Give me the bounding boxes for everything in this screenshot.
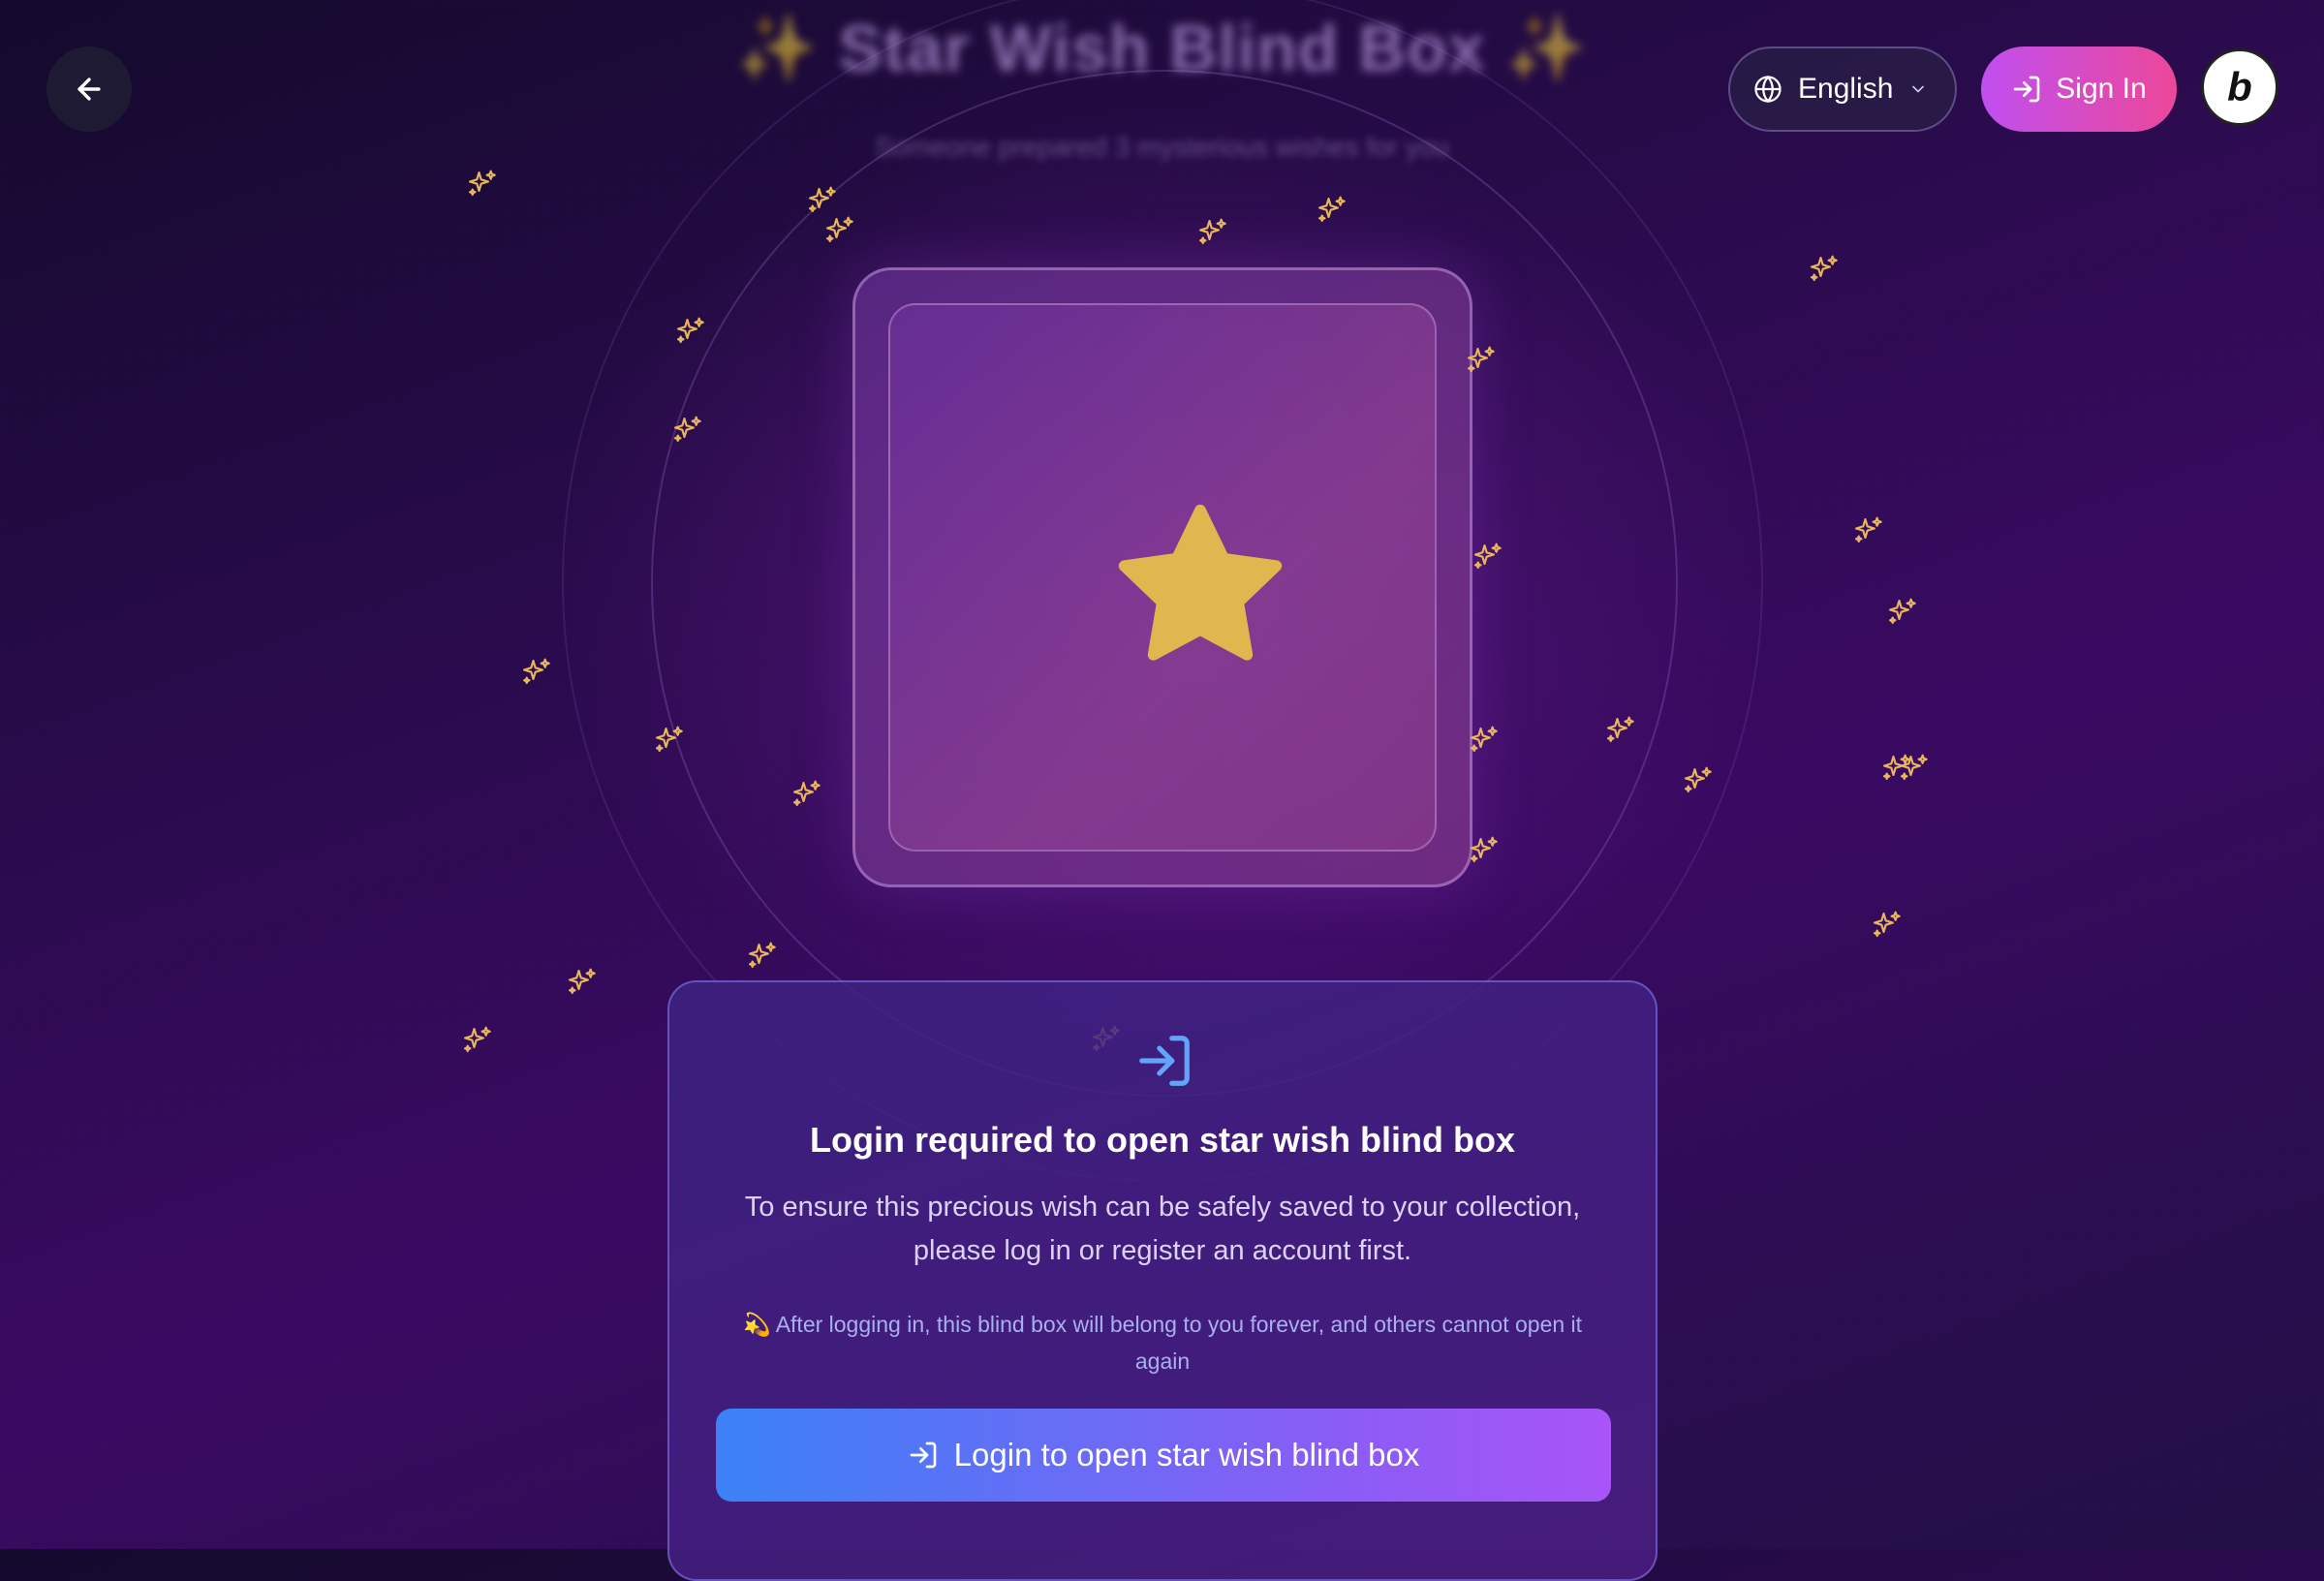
page-header: ✨ Star Wish Blind Box ✨ <box>0 10 2324 87</box>
log-in-icon <box>910 1442 937 1469</box>
back-button[interactable] <box>46 46 132 132</box>
sparkle-icon <box>1900 754 1928 781</box>
star-icon <box>1118 504 1283 661</box>
chevron-down-icon <box>1912 85 1925 93</box>
language-select[interactable]: English <box>1728 46 1957 132</box>
sparkle-icon <box>1888 598 1916 625</box>
globe-icon <box>1754 75 1782 104</box>
sparkle-icon <box>1854 516 1882 543</box>
login-open-box-label: Login to open star wish blind box <box>953 1437 1420 1472</box>
login-card-description: To ensure this precious wish can be safe… <box>744 1192 1581 1266</box>
sign-in-label: Sign In <box>2056 73 2147 105</box>
sparkle-icon <box>1882 754 1910 781</box>
login-card: Login required to open star wish blind b… <box>667 980 1658 1581</box>
login-open-box-button[interactable]: Login to open star wish blind box <box>716 1409 1611 1502</box>
sparkle-icon <box>1873 911 1901 938</box>
sparkle-icon <box>468 170 496 197</box>
arrow-left-icon <box>77 78 101 101</box>
sparkle-icon <box>1810 255 1838 282</box>
bolt-badge-logo[interactable]: b <box>2201 48 2278 126</box>
sparkle-icon <box>463 1026 491 1053</box>
blind-box[interactable] <box>852 267 1472 887</box>
sparkle-icon <box>522 658 550 685</box>
sign-in-button[interactable]: Sign In <box>1981 46 2177 132</box>
log-in-icon <box>1139 1036 1190 1086</box>
language-label: English <box>1798 73 1894 105</box>
log-in-icon <box>2013 76 2040 103</box>
sparkle-icon <box>568 968 596 995</box>
blind-box-inner <box>888 303 1437 852</box>
page-title: ✨ Star Wish Blind Box ✨ <box>735 12 1589 85</box>
bolt-logo-letter: b <box>2227 64 2252 109</box>
page-subtitle: Someone prepared 3 mysterious wishes for… <box>875 132 1449 162</box>
login-card-title: Login required to open star wish blind b… <box>809 1120 1515 1160</box>
login-card-note: 💫 After logging in, this blind box will … <box>742 1312 1583 1374</box>
